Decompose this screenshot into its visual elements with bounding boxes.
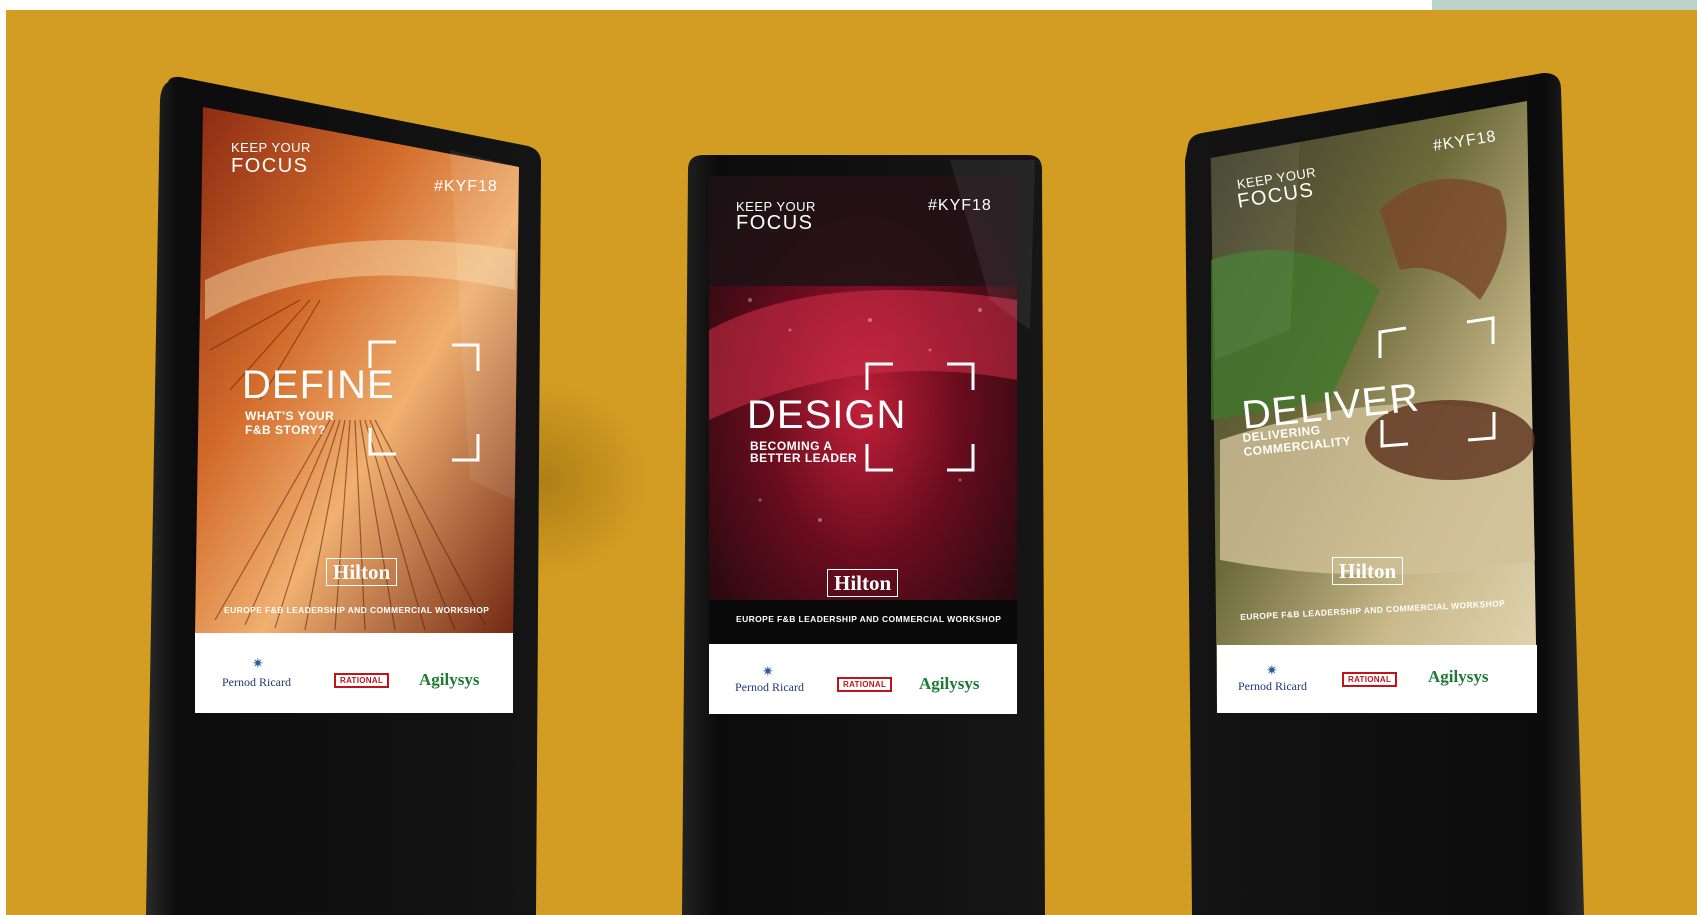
pernod-logo: Pernod Ricard <box>1238 679 1307 693</box>
pernod-star-icon: ✷ <box>1266 662 1278 678</box>
photo-stage: KEEP YOUR FOCUS #KYF18 DEFINE WHAT'S YOU… <box>0 0 1697 915</box>
kiosk-deliver: KEEP YOUR FOCUS #KYF18 DELIVER DELIVERIN… <box>0 0 1697 915</box>
rational-logo: RATIONAL <box>1342 672 1398 687</box>
hilton-logo: Hilton <box>1332 557 1404 585</box>
agilysys-logo: Agilysys <box>1428 667 1489 686</box>
